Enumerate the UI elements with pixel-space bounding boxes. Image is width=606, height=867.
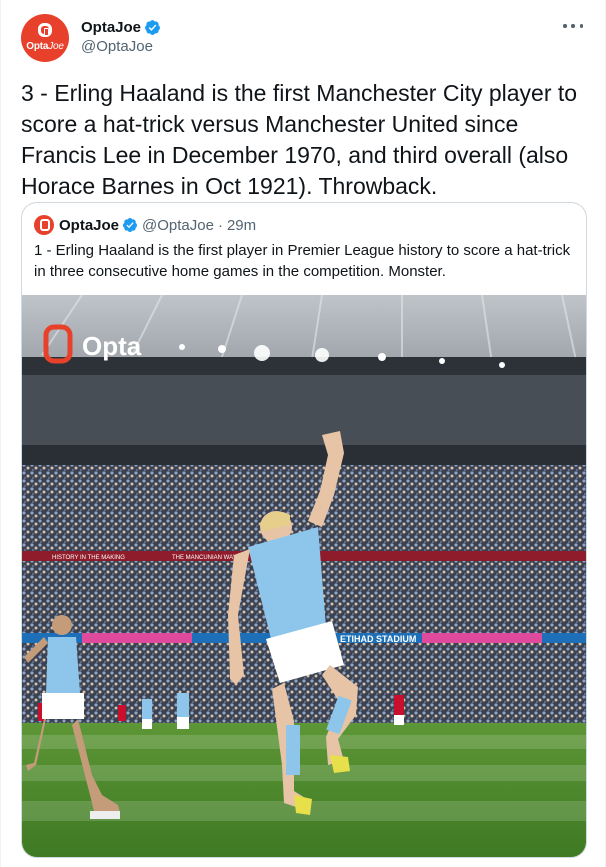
author-name-row: OptaJoe: [81, 17, 161, 37]
quoted-timestamp[interactable]: 29m: [227, 217, 256, 234]
author-handle[interactable]: @OptaJoe: [81, 38, 153, 55]
tweet-photo[interactable]: Opta HISTORY IN THE MAKING THE MANCUNIAN…: [22, 295, 586, 857]
more-dots-icon[interactable]: [563, 18, 583, 34]
quoted-tweet-header: OptaJoe @OptaJoe · 29m: [59, 215, 256, 235]
avatar-text-joe: Joe: [48, 41, 64, 52]
avatar-text-opta: Opta: [26, 41, 49, 52]
tweet-card: OptaJoe OptaJoe @OptaJoe 3 - Erling Haal…: [0, 0, 606, 867]
tweet-text: 3 - Erling Haaland is the first Manchest…: [21, 80, 584, 199]
author-display-name[interactable]: OptaJoe: [81, 19, 141, 36]
photo-watermark: Opta: [82, 331, 142, 361]
stadium-banner: ETIHAD STADIUM: [340, 634, 416, 644]
stand-banner-2: THE MANCUNIAN WAY: [172, 555, 237, 561]
stand-banner-1: HISTORY IN THE MAKING: [52, 555, 125, 561]
author-avatar[interactable]: OptaJoe: [21, 14, 69, 62]
quoted-tweet[interactable]: OptaJoe @OptaJoe · 29m 1 - Erling Haalan…: [21, 202, 587, 858]
separator-dot: ·: [217, 216, 223, 234]
quoted-author-avatar[interactable]: [34, 215, 54, 235]
quoted-author-handle: @OptaJoe: [142, 216, 214, 234]
quoted-verified-badge-icon: [123, 218, 138, 232]
opta-logo-icon: [38, 23, 52, 37]
quoted-author-display-name: OptaJoe: [59, 216, 120, 234]
quoted-tweet-text: 1 - Erling Haaland is the first player i…: [34, 242, 571, 280]
verified-badge-icon: [145, 19, 160, 35]
